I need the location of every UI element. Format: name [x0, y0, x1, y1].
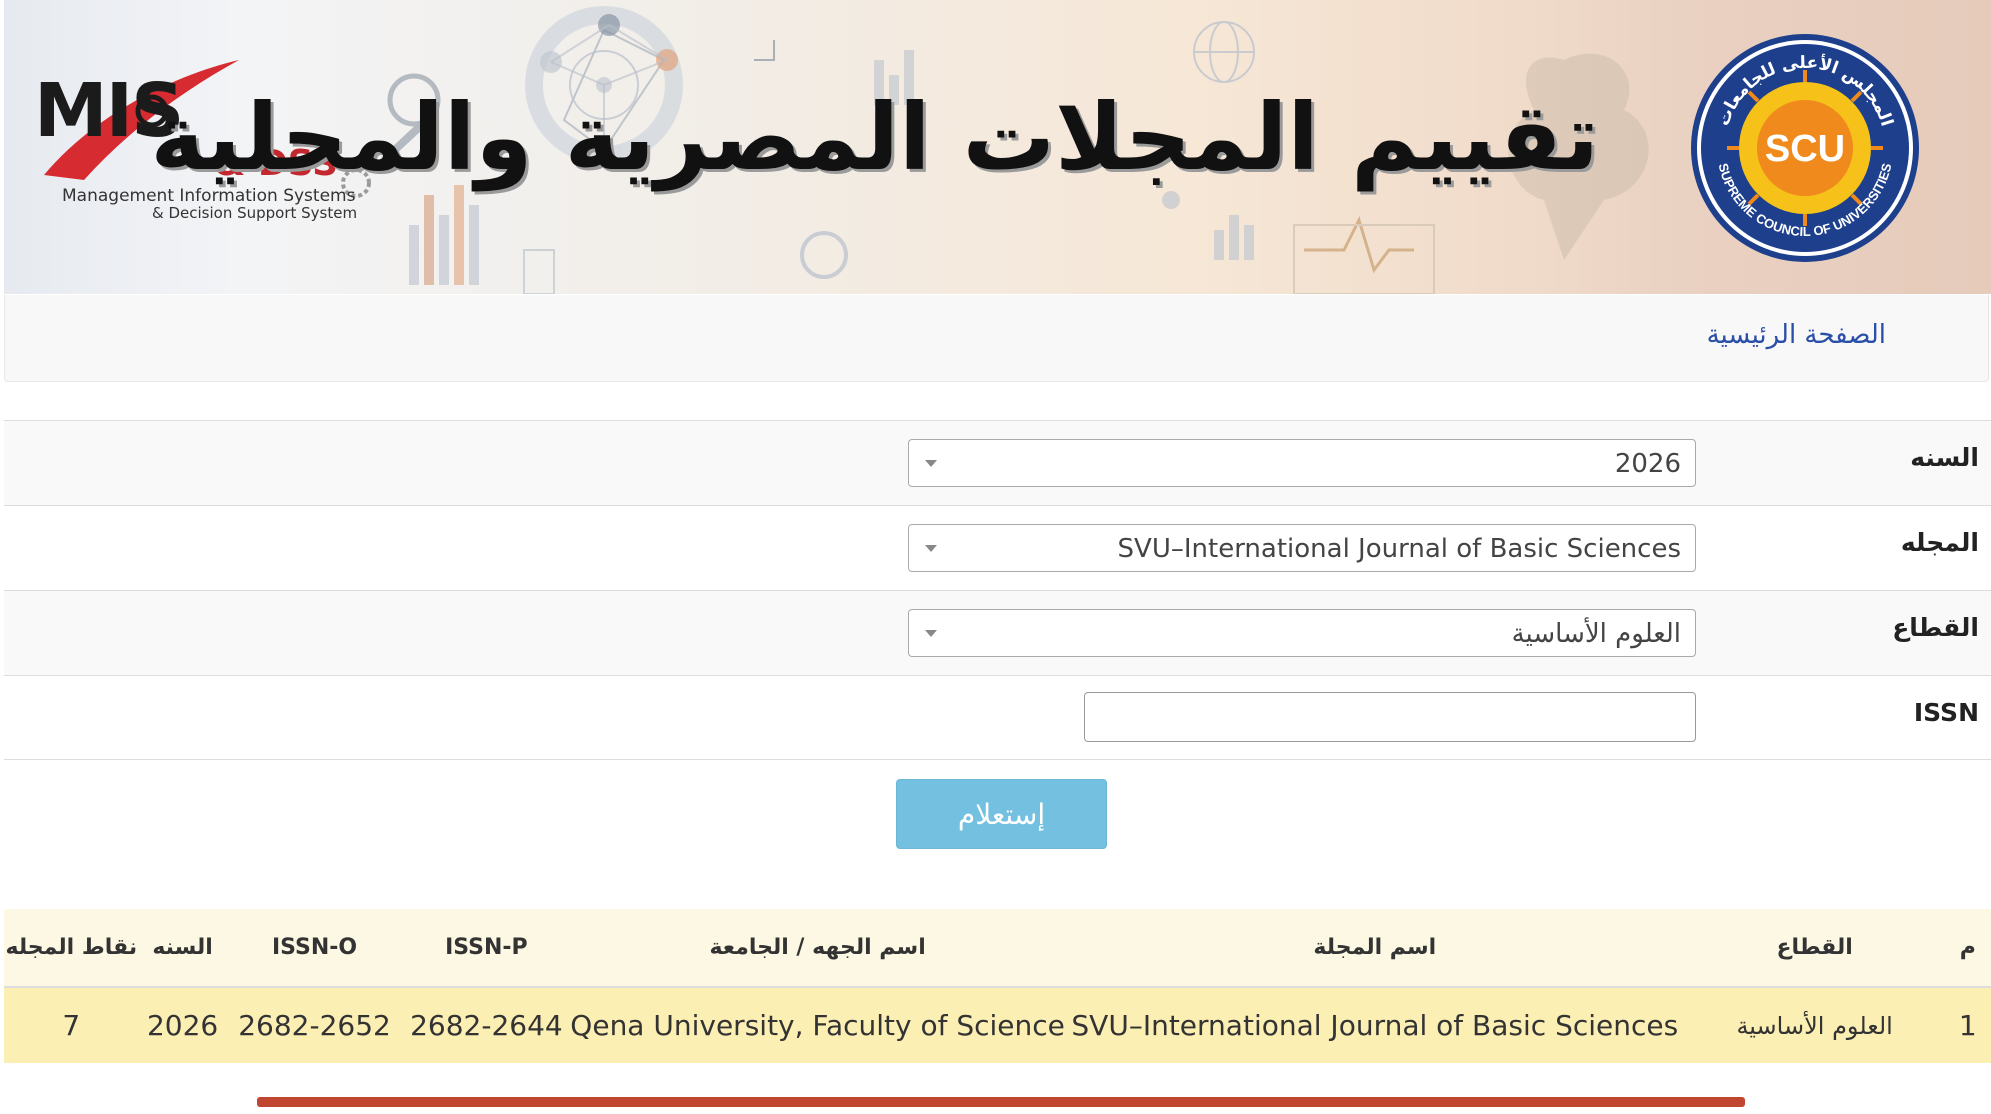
- header-index: م: [1944, 909, 1991, 988]
- page-title: تقييم المجلات المصرية والمحلية: [150, 84, 1600, 191]
- journal-row: المجله SVU–International Journal of Basi…: [4, 505, 1991, 590]
- cell-issn-o: 2682-2652: [226, 987, 403, 1063]
- year-select-value: 2026: [1614, 449, 1681, 479]
- issn-label: ISSN: [1913, 698, 1979, 727]
- sector-select-value: العلوم الأساسية: [1511, 619, 1681, 649]
- cell-points: 7: [4, 987, 139, 1063]
- issn-row: ISSN: [4, 675, 1991, 760]
- scu-seal-logo: SCU المجلس الأعلى للجامعات SUPREME COUNC…: [1691, 34, 1919, 262]
- cell-year: 2026: [138, 987, 227, 1063]
- journal-select-value: SVU–International Journal of Basic Scien…: [1117, 534, 1681, 564]
- cell-issn-p: 2682-2644: [402, 987, 571, 1063]
- home-link[interactable]: الصفحة الرئيسية: [1707, 320, 1886, 350]
- query-button[interactable]: إستعلام: [896, 779, 1107, 849]
- header-institution: اسم الجهه / الجامعة: [570, 909, 1065, 988]
- results-header-row: نقاط المجله السنه ISSN-O ISSN-P اسم الجه…: [4, 909, 1991, 988]
- header-year: السنه: [138, 909, 227, 988]
- year-row: السنه 2026: [4, 420, 1991, 505]
- sector-select[interactable]: العلوم الأساسية: [908, 609, 1696, 657]
- header-journal-name: اسم المجلة: [1064, 909, 1685, 988]
- breadcrumb: الصفحة الرئيسية: [4, 295, 1989, 382]
- table-row: 7 2026 2682-2652 2682-2644 Qena Universi…: [4, 987, 1991, 1063]
- cell-institution: Qena University, Faculty of Science: [570, 987, 1065, 1063]
- sector-label: القطاع: [1892, 613, 1979, 642]
- year-select[interactable]: 2026: [908, 439, 1696, 487]
- header-banner: MIS & DSS Management Information Systems…: [4, 0, 1991, 294]
- journal-select[interactable]: SVU–International Journal of Basic Scien…: [908, 524, 1696, 572]
- cell-journal-name: SVU–International Journal of Basic Scien…: [1064, 987, 1685, 1063]
- chevron-down-icon: [919, 535, 943, 561]
- chevron-down-icon: [919, 620, 943, 646]
- header-issn-o: ISSN-O: [226, 909, 403, 988]
- year-label: السنه: [1910, 443, 1979, 472]
- scu-seal-center-text: SCU: [1765, 128, 1845, 170]
- journal-label: المجله: [1900, 528, 1979, 557]
- header-issn-p: ISSN-P: [402, 909, 571, 988]
- header-sector: القطاع: [1684, 909, 1945, 988]
- cell-index: 1: [1944, 987, 1991, 1063]
- header-points: نقاط المجله: [4, 909, 139, 988]
- cell-sector: العلوم الأساسية: [1684, 987, 1945, 1063]
- mis-logo-subtitle-2: & Decision Support System: [152, 204, 358, 222]
- chevron-down-icon: [919, 450, 943, 476]
- sector-row: القطاع العلوم الأساسية: [4, 590, 1991, 675]
- issn-input[interactable]: [1084, 692, 1696, 742]
- results-table: نقاط المجله السنه ISSN-O ISSN-P اسم الجه…: [4, 909, 1991, 1063]
- footer-divider: [257, 1097, 1745, 1107]
